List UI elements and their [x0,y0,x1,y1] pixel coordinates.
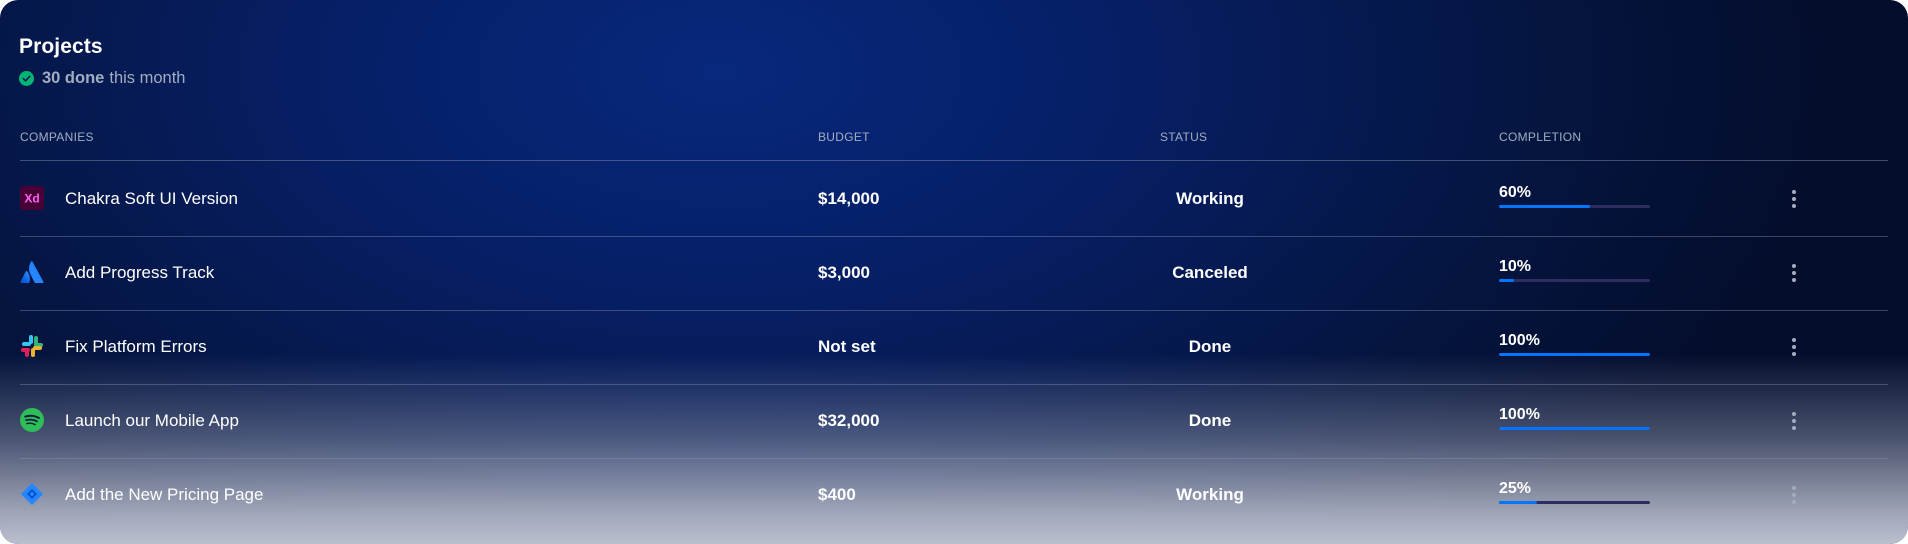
column-budget: BUDGET [818,130,870,144]
company-name: Launch our Mobile App [65,411,239,430]
jira-icon [20,482,44,506]
completion-percent: 100% [1499,406,1540,423]
budget-value: Not set [818,337,876,356]
company-name: Fix Platform Errors [65,337,207,356]
completion-progress-fill [1499,427,1650,430]
budget-value: $32,000 [818,411,880,430]
check-circle-icon [19,71,34,86]
adobe-xd-icon: Xd [20,186,44,210]
row-menu-button[interactable] [1782,162,1806,236]
more-vertical-icon [1792,486,1796,504]
status-value: Working [1176,189,1244,208]
completion-progress-fill [1499,353,1650,356]
completion-progress-bar [1499,353,1650,356]
company-name: Add Progress Track [65,263,215,282]
status-value: Done [1188,337,1232,356]
completion-cell: 100% [1499,384,1650,458]
row-menu-button[interactable] [1782,458,1806,532]
row-menu-button[interactable] [1782,384,1806,458]
budget-value: $14,000 [818,189,880,208]
completion-cell: 25% [1499,458,1650,532]
completion-progress-fill [1499,501,1537,504]
completion-progress-bar [1499,501,1650,504]
table-row[interactable]: Xd Chakra Soft UI Version $14,000 Workin… [20,162,1888,237]
projects-card: Projects 30 done this month COMPANIES BU… [0,0,1908,544]
completion-cell: 60% [1499,162,1650,236]
completion-percent: 10% [1499,258,1532,275]
completion-percent: 60% [1499,184,1532,201]
status-value: Canceled [1172,263,1248,282]
spotify-icon [20,408,44,432]
done-suffix: this month [109,69,186,87]
table-row[interactable]: Fix Platform Errors Not set Done 100% [20,310,1888,385]
table-row[interactable]: Launch our Mobile App $32,000 Done 100% [20,384,1888,459]
budget-value: $3,000 [818,263,870,282]
completion-cell: 10% [1499,236,1650,310]
status-value: Working [1176,485,1244,504]
more-vertical-icon [1792,412,1796,430]
row-menu-button[interactable] [1782,236,1806,310]
slack-icon [20,334,44,358]
column-completion: COMPLETION [1499,130,1582,144]
completion-progress-bar [1499,427,1650,430]
svg-text:Xd: Xd [24,192,39,206]
status-value: Done [1188,411,1232,430]
projects-header: Projects 30 done this month [19,35,185,88]
row-menu-button[interactable] [1782,310,1806,384]
table-row[interactable]: Add Progress Track $3,000 Canceled 10% [20,236,1888,311]
more-vertical-icon [1792,190,1796,208]
card-title: Projects [19,35,103,58]
column-companies: COMPANIES [20,130,94,144]
completion-progress-fill [1499,279,1515,282]
more-vertical-icon [1792,264,1796,282]
completion-percent: 25% [1499,480,1532,497]
table-header: COMPANIES BUDGET STATUS COMPLETION [20,130,1888,161]
done-summary: 30 done this month [19,69,185,88]
completion-progress-bar [1499,279,1650,282]
completion-progress-fill [1499,205,1590,208]
column-status: STATUS [1160,130,1208,144]
atlassian-icon [20,260,44,284]
completion-percent: 100% [1499,332,1540,349]
more-vertical-icon [1792,338,1796,356]
table-row[interactable]: Add the New Pricing Page $400 Working 25… [20,458,1888,532]
done-count: 30 done [42,69,105,87]
completion-cell: 100% [1499,310,1650,384]
company-name: Add the New Pricing Page [65,485,264,504]
budget-value: $400 [818,485,856,504]
completion-progress-bar [1499,205,1650,208]
company-name: Chakra Soft UI Version [65,189,238,208]
